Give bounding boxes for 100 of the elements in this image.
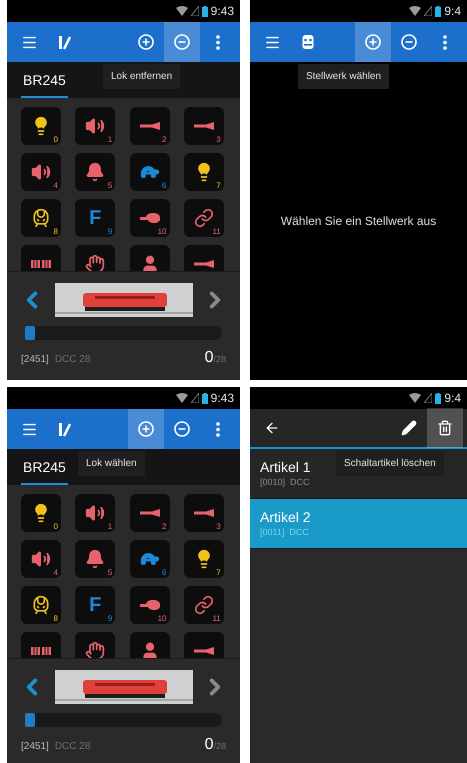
signal-icon	[424, 6, 432, 16]
speed-max: /28	[213, 353, 226, 366]
function-number: 6	[162, 569, 166, 577]
function-number: 9	[108, 228, 112, 236]
speed-slider[interactable]	[25, 713, 222, 727]
function-number: 1	[108, 136, 112, 144]
function-button[interactable]: 4	[21, 153, 61, 191]
more-icon	[216, 34, 220, 50]
function-number: 7	[216, 182, 221, 190]
minus-in-circle-icon	[174, 421, 190, 437]
signal-icon	[424, 393, 432, 403]
empty-message: Wählen Sie ein Stellwerk aus	[280, 213, 436, 230]
function-number: 10	[158, 615, 166, 623]
pencil-icon	[401, 420, 417, 436]
clock-time: 9:43	[210, 392, 234, 404]
function-number: 8	[54, 615, 58, 623]
plus-in-circle-icon	[138, 421, 154, 437]
function-button[interactable]: 10	[130, 586, 170, 624]
function-button[interactable]: 0	[21, 494, 61, 532]
minus-in-circle-icon	[401, 34, 417, 50]
function-button[interactable]: 11	[184, 199, 224, 237]
function-button[interactable]: 0	[21, 107, 61, 145]
plus-in-circle-icon	[138, 34, 154, 50]
delete-button[interactable]	[427, 408, 463, 448]
add-button[interactable]	[355, 22, 391, 62]
minus-in-circle-icon	[174, 34, 190, 50]
tooltip: Schaltartikel löschen	[336, 451, 444, 476]
function-number: 3	[216, 523, 221, 531]
remove-button[interactable]	[164, 22, 200, 62]
function-number: 9	[108, 615, 112, 623]
wifi-icon	[176, 393, 188, 403]
locomotive-address: [2451]	[21, 740, 49, 754]
function-number: 2	[162, 523, 166, 531]
item-detail: [0010] DCC	[260, 478, 310, 487]
battery-icon	[202, 392, 208, 404]
protocol-label: DCC 28	[54, 352, 90, 366]
speed-max: /28	[213, 740, 226, 753]
function-number: 4	[54, 182, 58, 190]
slider-thumb[interactable]	[25, 326, 35, 340]
more-icon	[216, 422, 220, 436]
function-button[interactable]: F 9	[75, 586, 116, 624]
more-icon	[443, 34, 447, 50]
clock-time: 9:4	[444, 5, 461, 17]
item-detail: [0011] DCC	[260, 528, 309, 537]
function-button[interactable]: 2	[130, 107, 170, 145]
tooltip: Stellwerk wählen	[298, 64, 390, 89]
function-button[interactable]: 11	[184, 586, 224, 624]
speed-value: 0	[204, 350, 214, 366]
battery-icon	[435, 6, 442, 16]
function-button[interactable]: 3	[184, 494, 224, 532]
speed-slider[interactable]	[25, 326, 222, 340]
function-button[interactable]: F 9	[75, 199, 116, 237]
add-button[interactable]	[128, 409, 164, 449]
function-number: 11	[212, 615, 221, 623]
function-button[interactable]: 4	[21, 540, 61, 578]
function-button[interactable]: 6	[130, 153, 170, 191]
function-button[interactable]: 7	[184, 153, 224, 191]
function-button[interactable]: 1	[75, 494, 116, 532]
wifi-icon	[176, 6, 188, 16]
function-letter: F	[89, 208, 102, 228]
function-letter: F	[89, 595, 102, 615]
function-number: 10	[158, 228, 166, 236]
locomotive-address: [2451]	[21, 352, 49, 366]
item-name: Artikel 2	[260, 510, 311, 524]
function-button[interactable]: 8	[21, 586, 61, 624]
signal-icon	[190, 6, 199, 16]
battery-icon	[435, 392, 442, 404]
clock-time: 9:43	[210, 5, 234, 17]
battery-icon	[202, 6, 208, 16]
protocol-label: DCC 28	[54, 740, 90, 754]
function-button[interactable]: 2	[130, 494, 170, 532]
clock-time: 9:4	[444, 392, 461, 404]
function-button[interactable]: 6	[130, 540, 170, 578]
function-number: 0	[54, 136, 58, 144]
tooltip: Lok wählen	[78, 451, 145, 476]
function-number: 1	[108, 523, 112, 531]
switch-item-row[interactable]: Artikel 2 [0011] DCC	[250, 499, 467, 549]
trash-icon	[437, 420, 453, 436]
plus-in-circle-icon	[365, 34, 381, 50]
function-number: 7	[216, 569, 221, 577]
function-number: 5	[108, 569, 112, 577]
function-number: 5	[108, 182, 112, 190]
function-number: 3	[216, 136, 221, 144]
function-number: 11	[212, 228, 221, 236]
function-number: 0	[54, 523, 58, 531]
function-button[interactable]: 5	[75, 540, 116, 578]
function-button[interactable]: 10	[130, 199, 170, 237]
function-button[interactable]: 1	[75, 107, 116, 145]
function-button[interactable]: 5	[75, 153, 116, 191]
throttle-lever-icon	[58, 34, 72, 50]
speed-value: 0	[204, 737, 214, 753]
item-name: Artikel 1	[260, 460, 311, 474]
function-button[interactable]: 7	[184, 540, 224, 578]
function-button[interactable]: 8	[21, 199, 61, 237]
wifi-icon	[409, 393, 422, 403]
wifi-icon	[409, 6, 422, 16]
slider-thumb[interactable]	[25, 713, 35, 727]
tooltip: Lok entfernen	[103, 64, 180, 89]
throttle-lever-icon	[58, 421, 72, 437]
function-button[interactable]: 3	[184, 107, 224, 145]
